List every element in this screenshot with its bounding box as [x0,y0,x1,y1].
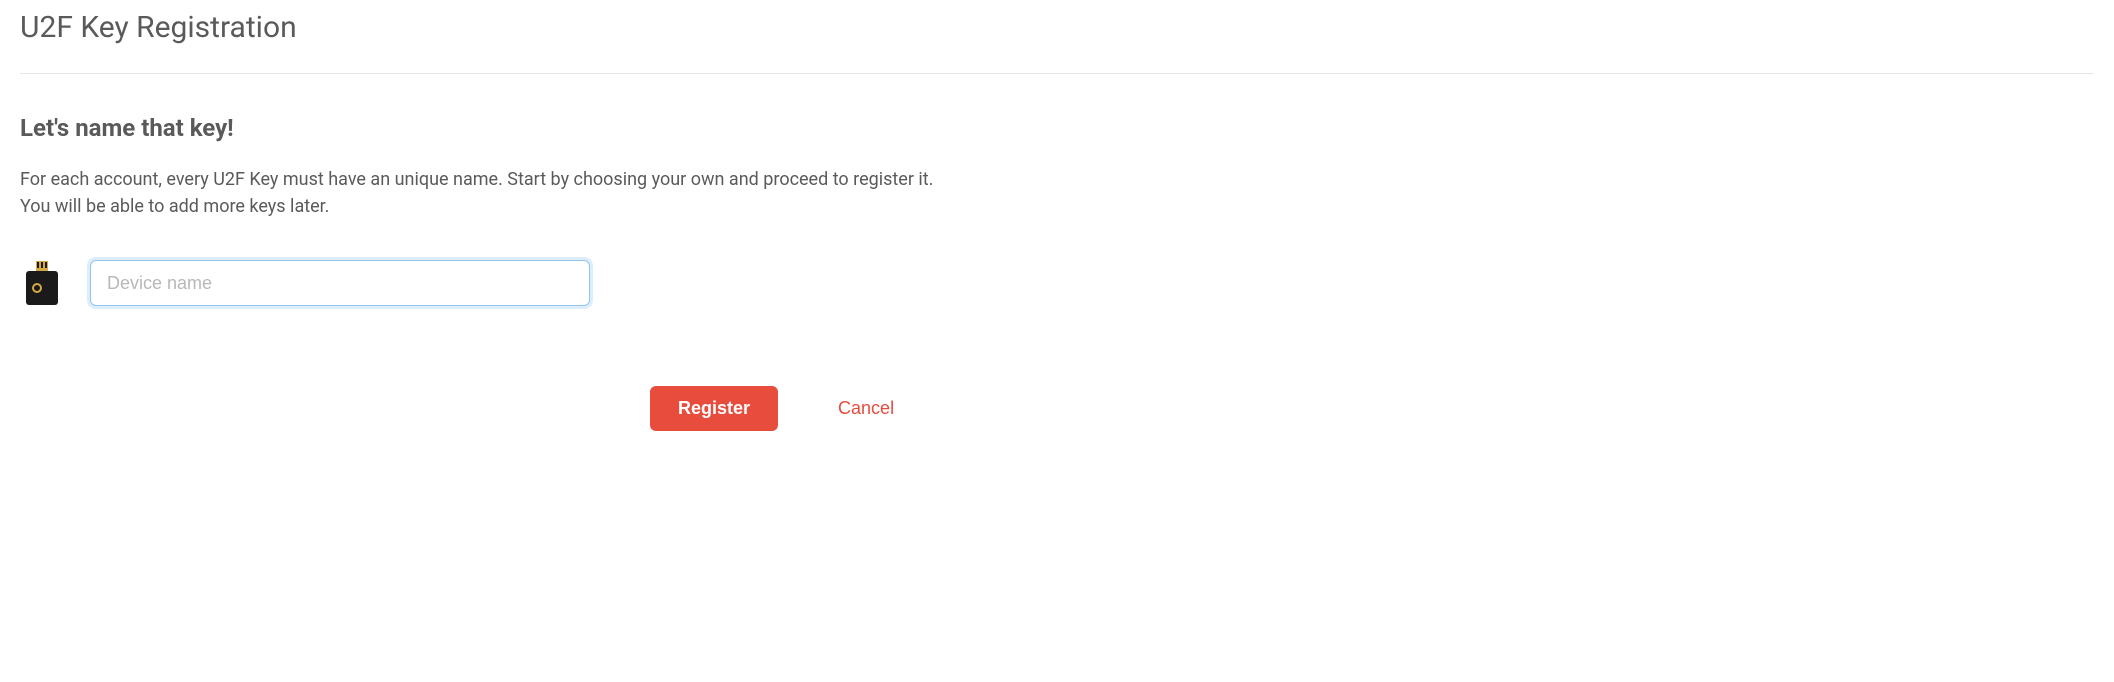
register-button[interactable]: Register [650,386,778,431]
usb-key-icon [26,261,62,305]
device-name-input[interactable] [90,260,590,306]
form-row [20,260,2094,306]
subtitle: Let's name that key! [20,114,2094,142]
cancel-button[interactable]: Cancel [838,398,894,419]
description-line-2: You will be able to add more keys later. [20,193,2094,220]
button-row: Register Cancel [20,386,2094,431]
page-title: U2F Key Registration [20,10,2094,45]
divider [20,73,2094,74]
description: For each account, every U2F Key must hav… [20,166,2094,220]
description-line-1: For each account, every U2F Key must hav… [20,166,2094,193]
